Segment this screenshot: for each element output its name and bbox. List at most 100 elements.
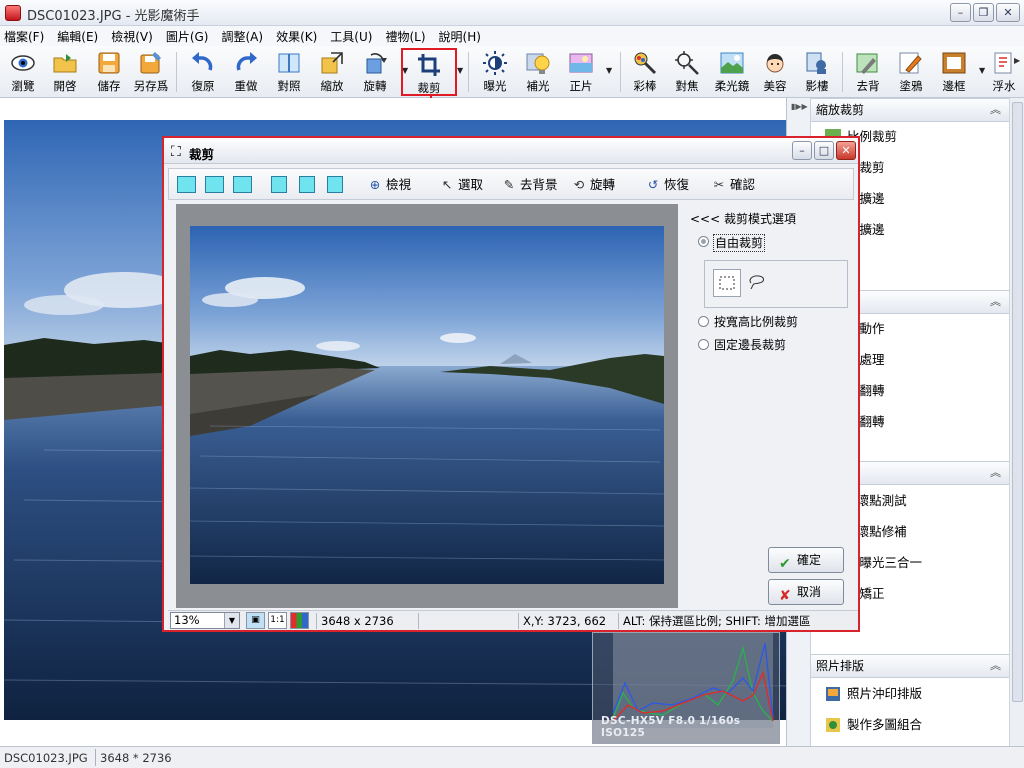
lasso-select-icon[interactable] <box>743 269 771 297</box>
title-bar: DSC01023.JPG - 光影魔術手 – ❐ ✕ <box>0 0 1024 26</box>
open-button[interactable]: 開啓 <box>44 48 86 96</box>
color-channel-icon[interactable] <box>290 612 309 629</box>
collapse-icon[interactable]: ︽ <box>990 655 1001 677</box>
doodle-button[interactable]: 塗鴉 <box>890 48 932 96</box>
remove-bg-icon <box>856 53 878 74</box>
remove-bg-button[interactable]: 去背 <box>847 48 889 96</box>
positive-film-button[interactable]: 正片 <box>560 48 602 96</box>
remove-bg-icon: ✎ <box>503 177 515 192</box>
rotate-icon: ⟲ <box>573 177 585 192</box>
menu-help[interactable]: 說明(H) <box>439 28 481 45</box>
layout-vertical-middle-icon[interactable] <box>299 176 315 193</box>
minimize-button[interactable]: – <box>950 3 971 22</box>
crop-dialog: ⛶ 裁剪 – □ ✕ ⊕ 檢視 ↖ 選取 ✎ 去背景 ⟲ 旋轉 ↺ 恢復 ✂ 確認 <box>162 136 860 632</box>
dialog-title-bar[interactable]: ⛶ 裁剪 – □ ✕ <box>164 138 858 164</box>
save-as-button[interactable]: 另存爲 <box>130 48 172 96</box>
rotate-button[interactable]: 旋轉 <box>354 48 396 96</box>
menu-file[interactable]: 檔案(F) <box>4 28 44 45</box>
color-wand-button[interactable]: 彩棒 <box>624 48 666 96</box>
print-layout-icon <box>826 687 840 701</box>
redo-button[interactable]: 重做 <box>225 48 267 96</box>
collapse-icon[interactable]: ︽ <box>990 291 1001 313</box>
expand-arrows-icon[interactable]: ▮▶▶ <box>791 102 808 111</box>
collapse-icon[interactable]: ︽ <box>990 462 1001 484</box>
radio-dot[interactable] <box>698 316 709 327</box>
layout-horizontal-bottom-icon[interactable] <box>233 176 252 193</box>
scrollbar-thumb[interactable] <box>1012 102 1023 702</box>
app-icon[interactable] <box>5 5 21 21</box>
fill-light-button[interactable]: 補光 <box>517 48 559 96</box>
zoom-select[interactable]: 13% ▼ <box>170 612 240 629</box>
status-bar: DSC01023.JPG 3648 * 2736 <box>0 746 1024 768</box>
focus-button[interactable]: 對焦 <box>666 48 708 96</box>
status-dimensions: 3648 * 2736 <box>100 751 172 765</box>
panel-scrollbar[interactable] <box>1009 98 1024 746</box>
select-button[interactable]: ↖ 選取 <box>439 176 483 194</box>
layout-horizontal-top-icon[interactable] <box>177 176 196 193</box>
beauty-button[interactable]: 美容 <box>754 48 796 96</box>
menu-tools[interactable]: 工具(U) <box>330 28 372 45</box>
dialog-close-button[interactable]: ✕ <box>836 141 856 160</box>
soft-light-icon <box>720 52 744 74</box>
maximize-button[interactable]: ❐ <box>973 3 994 22</box>
browse-button[interactable]: 瀏覽 <box>2 48 44 96</box>
cancel-button[interactable]: ✘ 取消 <box>768 579 844 605</box>
ok-button[interactable]: ✔ 確定 <box>768 547 844 573</box>
studio-button[interactable]: 影樓 <box>796 48 838 96</box>
frame-dropdown-arrow[interactable]: ▼ <box>979 66 985 75</box>
compare-button[interactable]: 對照 <box>268 48 310 96</box>
compare-icon <box>278 53 300 73</box>
checkmark-icon: ✔ <box>779 556 791 572</box>
dialog-rotate-button[interactable]: ⟲ 旋轉 <box>571 176 615 194</box>
section-resize-crop[interactable]: 縮放裁剪 ︽ <box>811 98 1009 122</box>
layout-vertical-left-icon[interactable] <box>271 176 287 193</box>
film-dropdown-arrow[interactable]: ▼ <box>606 66 612 75</box>
dialog-maximize-button[interactable]: □ <box>814 141 834 160</box>
panel-item-multi-collage[interactable]: 製作多圖組合 <box>811 710 1009 740</box>
crop-options-header[interactable]: <<< 裁剪模式選項 <box>690 210 796 227</box>
view-button[interactable]: ⊕ 檢視 <box>367 176 411 194</box>
menu-edit[interactable]: 編輯(E) <box>57 28 98 45</box>
actual-size-button[interactable]: 1:1 <box>268 612 287 629</box>
status-empty-cell <box>418 613 516 629</box>
save-button[interactable]: 儲存 <box>88 48 130 96</box>
toolbar-overflow-arrow[interactable]: ▶ <box>1014 56 1020 65</box>
radio-dot[interactable] <box>698 339 709 350</box>
exposure-icon <box>483 51 507 75</box>
radio-dot[interactable] <box>698 236 709 247</box>
collapse-icon[interactable]: ︽ <box>990 99 1001 121</box>
menu-adjust[interactable]: 調整(A) <box>221 28 263 45</box>
rect-select-icon[interactable] <box>713 269 741 297</box>
soft-light-button[interactable]: 柔光鏡 <box>709 48 755 96</box>
redo-icon <box>236 52 257 71</box>
crop-preview-frame[interactable] <box>176 204 678 608</box>
menu-image[interactable]: 圖片(G) <box>166 28 209 45</box>
frame-button[interactable]: 邊框 <box>933 48 975 96</box>
menu-gifts[interactable]: 禮物(L) <box>385 28 425 45</box>
zoom-icon: ⊕ <box>369 177 381 192</box>
panel-item-print-layout[interactable]: 照片沖印排版 <box>811 679 1009 709</box>
fit-window-icon[interactable]: ▣ <box>246 612 265 629</box>
menu-effects[interactable]: 效果(K) <box>276 28 317 45</box>
resize-button[interactable]: 縮放 <box>311 48 353 96</box>
crop-preview-photo[interactable] <box>190 226 664 584</box>
confirm-button[interactable]: ✂ 確認 <box>711 176 755 194</box>
doodle-icon <box>899 52 922 74</box>
crop-shape-group <box>704 260 848 308</box>
section-photo-layout[interactable]: 照片排版 ︽ <box>811 654 1009 678</box>
restore-button[interactable]: ↺ 恢復 <box>645 176 689 194</box>
fill-light-icon <box>526 53 550 74</box>
crop-icon <box>418 54 440 76</box>
exposure-button[interactable]: 曝光 <box>474 48 516 96</box>
crop-button[interactable]: 裁剪 <box>401 48 457 96</box>
close-button[interactable]: ✕ <box>996 3 1020 22</box>
undo-button[interactable]: 復原 <box>182 48 224 96</box>
layout-horizontal-middle-icon[interactable] <box>205 176 224 193</box>
layout-vertical-right-icon[interactable] <box>327 176 343 193</box>
menu-view[interactable]: 檢視(V) <box>111 28 153 45</box>
dialog-minimize-button[interactable]: – <box>792 141 812 160</box>
crop-dropdown-arrow[interactable]: ▼ <box>457 66 463 75</box>
remove-background-button[interactable]: ✎ 去背景 <box>501 176 558 194</box>
chevron-down-icon[interactable]: ▼ <box>224 613 239 628</box>
scissors-icon: ✂ <box>713 177 725 192</box>
